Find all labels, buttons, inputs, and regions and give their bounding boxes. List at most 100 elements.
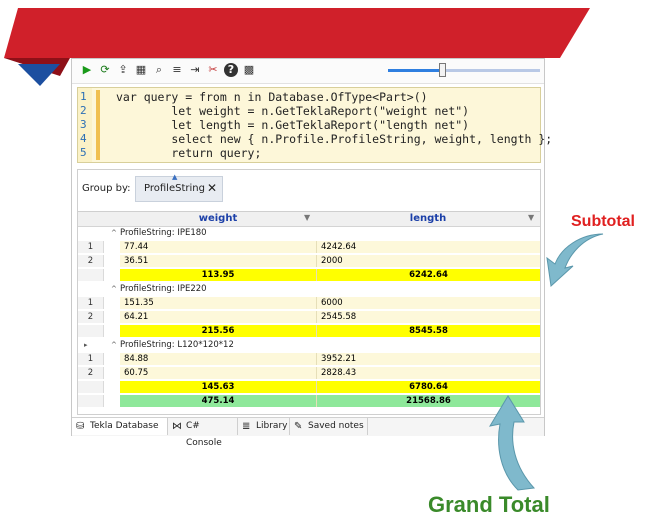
database-icon: ⛁ — [76, 421, 85, 432]
tab-label: Saved notes — [308, 421, 364, 431]
cell-length: 2828.43 — [316, 367, 540, 379]
tab-saved-notes[interactable]: ✎ Saved notes — [290, 418, 368, 435]
row-pointer-icon: ▸ — [84, 341, 88, 349]
cell-weight: 60.75 — [120, 367, 316, 379]
zoom-slider-thumb[interactable] — [439, 63, 446, 77]
cell-weight: 77.44 — [120, 241, 316, 253]
code-line: return query; — [116, 146, 262, 160]
connect-icon[interactable]: ⌕ — [152, 63, 166, 77]
cell-weight: 84.88 — [120, 353, 316, 365]
refresh-icon[interactable]: ⟳ — [98, 63, 112, 77]
tab-tekla-database[interactable]: ⛁ Tekla Database — [72, 418, 168, 435]
code-line: var query = from n in Database.OfType<Pa… — [116, 90, 428, 104]
subtotal-weight: 113.95 — [120, 269, 316, 281]
change-marker — [96, 90, 100, 160]
bottom-tabs: ⛁ Tekla Database ⋈ C# Console ≣ Library … — [72, 417, 544, 448]
table-row[interactable]: 1 77.44 4242.64 — [78, 241, 540, 253]
grid-header: weight ▼ length ▼ — [78, 212, 540, 227]
line-number: 3 — [80, 118, 87, 131]
subtotal-weight: 145.63 — [120, 381, 316, 393]
row-index — [78, 269, 104, 281]
tab-csharp-console[interactable]: ⋈ C# Console — [168, 418, 238, 448]
code-line: let length = n.GetTeklaReport("length ne… — [116, 118, 470, 132]
subtotal-weight: 215.56 — [120, 325, 316, 337]
group-row[interactable]: ^ ProfileString: IPE180 — [78, 227, 540, 239]
total-weight: 475.14 — [120, 395, 316, 407]
grand-total-row: 475.14 21568.86 — [78, 395, 540, 407]
group-title: ProfileString: IPE180 — [120, 228, 207, 238]
group-title: ProfileString: L120*120*12 — [120, 340, 234, 350]
subtotal-length: 6242.64 — [316, 269, 540, 281]
cell-length: 4242.64 — [316, 241, 540, 253]
options-icon[interactable]: ▩ — [242, 63, 256, 77]
run-icon[interactable]: ▶ — [80, 63, 94, 77]
cell-length: 3952.21 — [316, 353, 540, 365]
line-number: 2 — [80, 104, 87, 117]
grand-total-arrow — [488, 395, 536, 491]
tab-label: C# Console — [186, 421, 222, 448]
grand-total-annotation: Grand Total — [428, 492, 550, 517]
subtotal-length: 8545.58 — [316, 325, 540, 337]
table-row[interactable]: 1 84.88 3952.21 — [78, 353, 540, 365]
subtotal-arrow — [546, 233, 604, 288]
list-indent-icon[interactable]: ⇥ — [188, 63, 202, 77]
row-index: 1 — [78, 353, 104, 365]
tab-library[interactable]: ≣ Library — [238, 418, 290, 435]
group-by-chip-label: ProfileString — [144, 183, 205, 194]
notes-icon: ✎ — [294, 421, 303, 432]
sort-up-icon: ▲ — [172, 173, 178, 181]
column-header-label: length — [409, 213, 447, 224]
clear-icon[interactable]: ✂ — [206, 63, 220, 77]
column-header-label: weight — [198, 213, 238, 224]
row-index: 2 — [78, 367, 104, 379]
group-by-chip[interactable]: ▲ ProfileString ✕ — [135, 173, 223, 202]
row-index — [78, 395, 104, 407]
close-icon[interactable]: ✕ — [207, 181, 217, 195]
row-index: 2 — [78, 255, 104, 267]
table-row[interactable]: 2 64.21 2545.58 — [78, 311, 540, 323]
line-number: 5 — [80, 146, 87, 159]
collapse-icon[interactable]: ^ — [111, 339, 117, 351]
filter-icon[interactable]: ▼ — [304, 213, 310, 222]
group-row[interactable]: ^ ProfileString: IPE220 — [78, 283, 540, 295]
row-index — [78, 381, 104, 393]
help-icon[interactable]: ? — [224, 63, 238, 77]
list-icon[interactable]: ≡ — [170, 63, 184, 77]
library-icon: ≣ — [242, 421, 251, 432]
line-number: 1 — [80, 90, 87, 103]
tab-label: Tekla Database — [90, 421, 159, 431]
group-row[interactable]: ▸ ^ ProfileString: L120*120*12 — [78, 339, 540, 351]
table-row[interactable]: 2 36.51 2000 — [78, 255, 540, 267]
line-number: 4 — [80, 132, 87, 145]
filter-icon[interactable]: ▼ — [528, 213, 534, 222]
linqpad-window: ▶ ⟳ ⇪ ▦ ⌕ ≡ ⇥ ✂ ? ▩ 1 2 3 4 5 var query … — [71, 58, 552, 448]
subtotal-row: 113.95 6242.64 — [78, 269, 540, 281]
subtotal-row: 215.56 8545.58 — [78, 325, 540, 337]
zoom-slider-fill — [388, 69, 441, 72]
group-by-label: Group by: — [82, 183, 131, 194]
cell-length: 6000 — [316, 297, 540, 309]
column-header-length[interactable]: length — [316, 212, 540, 226]
cell-length: 2545.58 — [316, 311, 540, 323]
code-line: select new { n.Profile.ProfileString, we… — [116, 132, 553, 146]
cell-weight: 64.21 — [120, 311, 316, 323]
code-editor[interactable]: 1 2 3 4 5 var query = from n in Database… — [77, 87, 552, 163]
collapse-icon[interactable]: ^ — [111, 283, 117, 295]
code-line: let weight = n.GetTeklaReport("weight ne… — [116, 104, 470, 118]
row-index: 2 — [78, 311, 104, 323]
table-row[interactable]: 1 151.35 6000 — [78, 297, 540, 309]
table-row[interactable]: 2 60.75 2828.43 — [78, 367, 540, 379]
format-icon[interactable]: ⇪ — [116, 63, 130, 77]
row-index: 1 — [78, 297, 104, 309]
row-index — [78, 325, 104, 337]
toolbar: ▶ ⟳ ⇪ ▦ ⌕ ≡ ⇥ ✂ ? ▩ — [72, 59, 544, 84]
subtotal-length: 6780.64 — [316, 381, 540, 393]
collapse-icon[interactable]: ^ — [111, 227, 117, 239]
results-grid: weight ▼ length ▼ ^ ProfileString: IPE18… — [77, 211, 541, 415]
cell-weight: 36.51 — [120, 255, 316, 267]
tab-label: Library — [256, 421, 288, 431]
grid-icon[interactable]: ▦ — [134, 63, 148, 77]
group-by-panel: Group by: ▲ ProfileString ✕ — [77, 169, 541, 211]
column-header-weight[interactable]: weight — [120, 212, 316, 226]
console-icon: ⋈ — [172, 421, 182, 432]
